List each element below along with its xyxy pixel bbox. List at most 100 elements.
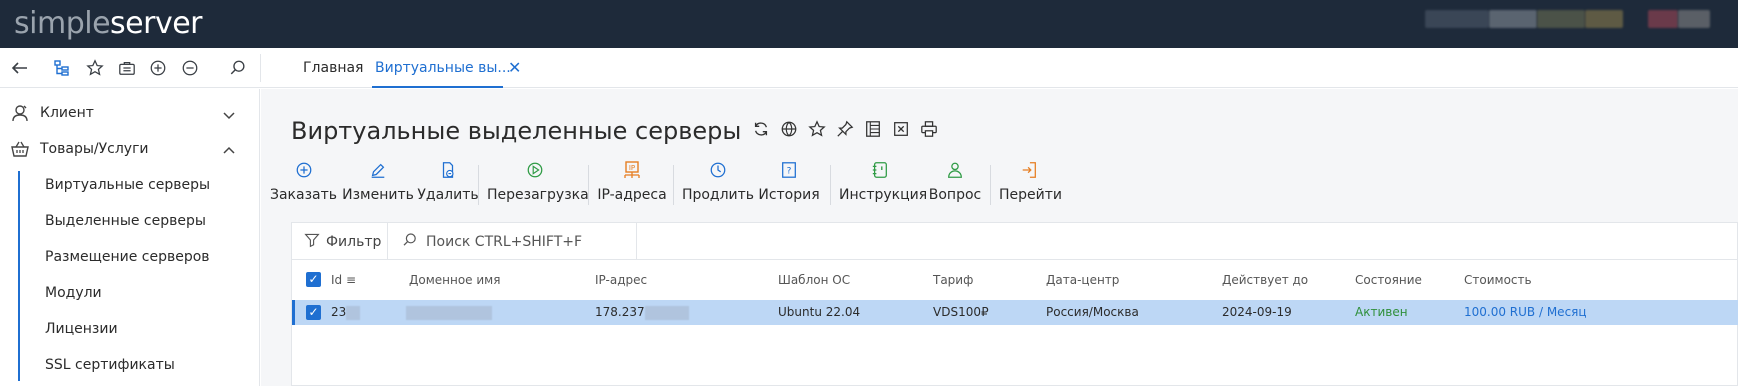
star-icon[interactable] [85,58,105,78]
delete-doc-icon [437,159,459,181]
cell-id-value: 23 [331,305,347,319]
cell-cost-link[interactable]: 100.00 RUB / Месяц [1464,305,1587,319]
pencil-icon [367,159,389,181]
search-divider [636,223,637,260]
goto-button[interactable]: Перейти [999,159,1062,203]
servers-table-panel: Фильтр Поиск CTRL+SHIFT+F ✓ Id ≡ Доменно… [291,222,1738,386]
pin-icon[interactable] [835,119,855,139]
table-header: ✓ Id ≡ Доменное имя IP-адрес Шаблон ОС Т… [292,260,1738,300]
sidebar-item-licenses[interactable]: Лицензии [45,321,118,337]
chevron-up-icon[interactable] [222,143,236,157]
order-button[interactable]: Заказать [266,159,341,203]
logo[interactable]: simpleserver [14,6,202,42]
sidebar: Клиент Товары/Услуги Виртуальные серверы… [0,89,260,386]
restart-button[interactable]: Перезагрузка [487,159,589,203]
app-header: simpleserver [0,0,1738,48]
cell-os: Ubuntu 22.04 [778,305,861,319]
column-header-os[interactable]: Шаблон ОС [778,273,850,287]
search-icon [402,232,418,252]
print-icon[interactable] [919,119,939,139]
redacted-block [644,305,689,320]
delete-button[interactable]: Удалить [413,159,483,203]
briefcase-icon[interactable] [117,58,137,78]
main-content: Виртуальные выделенные серверы Заказать … [261,89,1738,386]
tab-virtual-servers[interactable]: Виртуальные вы... [375,60,511,76]
logo-part-2: server [110,6,202,41]
globe-icon[interactable] [779,119,799,139]
sidebar-item-modules[interactable]: Модули [45,285,102,301]
instruction-button[interactable]: Инструкция [839,159,928,203]
star-icon[interactable] [807,119,827,139]
back-icon[interactable] [10,58,30,78]
user-blur-4 [1585,10,1623,28]
filter-icon [304,232,320,252]
goto-icon [1018,159,1040,181]
action-label: Вопрос [928,187,982,203]
action-divider [990,165,991,205]
zoom-out-icon[interactable] [180,58,200,78]
sidebar-item-colocation[interactable]: Размещение серверов [45,249,210,265]
sort-icon: ≡ [345,273,357,287]
top-toolbar: Главная Виртуальные вы... ✕ [0,48,1738,88]
row-checkbox[interactable]: ✓ [306,305,321,320]
active-tab-indicator [372,86,503,88]
sidebar-item-ssl[interactable]: SSL сертификаты [45,357,175,373]
table-search-input[interactable]: Поиск CTRL+SHIFT+F [402,232,582,252]
zoom-in-icon[interactable] [148,58,168,78]
cell-domain[interactable] [406,305,492,320]
sidebar-group-label: Клиент [40,105,94,121]
column-header-status[interactable]: Состояние [1355,273,1422,287]
action-label: Заказать [269,187,338,203]
cell-datacenter: Россия/Москва [1046,305,1139,319]
search-icon[interactable] [228,58,248,78]
action-label: Перейти [999,187,1062,203]
filter-divider [387,223,388,260]
cell-id: 23 [331,305,361,320]
filter-label: Фильтр [326,234,382,250]
action-label: Продлить [681,187,755,203]
columns-icon[interactable] [863,119,883,139]
tree-icon[interactable] [52,58,72,78]
action-divider [478,165,479,205]
table-row[interactable]: ✓ 23 178.237 Ubuntu 22.04 VDS100₽ Россия… [292,300,1738,325]
user-blur-5 [1648,10,1678,28]
cell-ip: 178.237 [595,305,689,320]
sidebar-group-products[interactable]: Товары/Услуги [10,139,149,159]
column-header-domain[interactable]: Доменное имя [409,273,500,287]
close-tab-icon[interactable]: ✕ [508,58,521,77]
ip-addresses-button[interactable]: IP IP-адреса [596,159,668,203]
question-user-icon [944,159,966,181]
filter-button[interactable]: Фильтр [304,232,381,252]
history-button[interactable]: ? История [757,159,821,203]
column-header-valid-until[interactable]: Действует до [1222,273,1308,287]
tab-home[interactable]: Главная [303,60,363,76]
select-all-checkbox[interactable]: ✓ [306,272,321,287]
column-header-datacenter[interactable]: Дата-центр [1046,273,1119,287]
action-label: История [758,187,820,203]
action-label: IP-адреса [597,187,667,203]
column-header-label: Id [331,273,343,287]
column-header-cost[interactable]: Стоимость [1464,273,1532,287]
chevron-down-icon[interactable] [222,107,236,121]
column-header-ip[interactable]: IP-адрес [595,273,647,287]
edit-button[interactable]: Изменить [339,159,417,203]
history-icon: ? [778,159,800,181]
sidebar-group-client[interactable]: Клиент [10,103,94,123]
clock-icon [707,159,729,181]
sidebar-group-label: Товары/Услуги [40,141,149,157]
question-button[interactable]: Вопрос [926,159,984,203]
renew-button[interactable]: Продлить [681,159,755,203]
title-toolbar [751,119,939,139]
action-label: Изменить [342,187,414,203]
sidebar-item-dedicated-servers[interactable]: Выделенные серверы [45,213,206,229]
action-label: Инструкция [839,187,928,203]
action-label: Перезагрузка [487,187,589,203]
column-header-id[interactable]: Id ≡ [331,273,356,287]
plus-circle-icon [293,159,315,181]
cell-tariff: VDS100₽ [933,305,989,319]
excel-export-icon[interactable] [891,119,911,139]
refresh-icon[interactable] [751,119,771,139]
sidebar-item-virtual-servers[interactable]: Виртуальные серверы [45,177,210,193]
action-divider [588,165,589,205]
column-header-tariff[interactable]: Тариф [933,273,973,287]
